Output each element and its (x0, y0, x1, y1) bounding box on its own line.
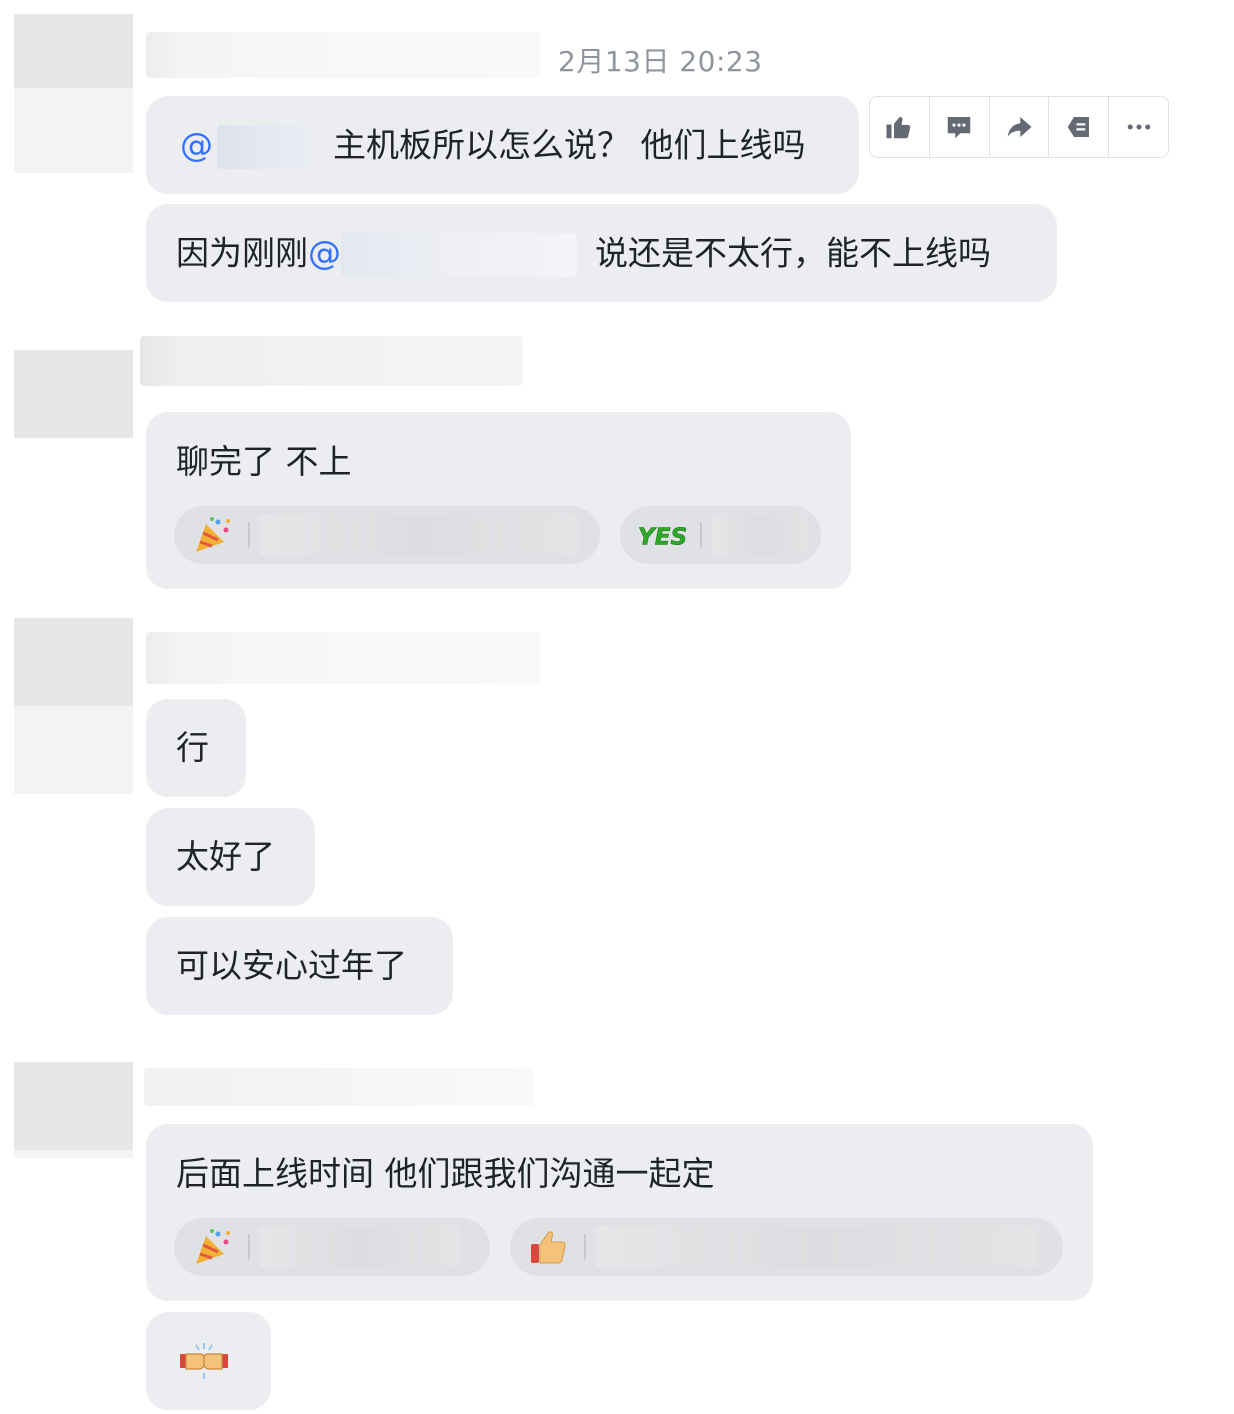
message-bubble[interactable]: 聊完了 不上 YES (146, 412, 851, 589)
reactor-names[interactable] (260, 1226, 460, 1268)
message-text: 主机板所以怎么说？ 他们上线吗 (333, 125, 806, 165)
sender-name (144, 1068, 534, 1106)
yes-emoji-icon: YES (638, 523, 688, 551)
reply-button[interactable] (930, 97, 990, 157)
reactor-names[interactable] (260, 514, 578, 556)
pin-icon (1067, 117, 1089, 137)
sender-name (146, 32, 540, 78)
reply-icon (947, 117, 971, 139)
mention-name[interactable] (217, 125, 327, 169)
forward-button[interactable] (990, 97, 1050, 157)
reaction-divider (584, 1234, 586, 1260)
forward-icon (1007, 117, 1032, 137)
message-text: 太好了 (176, 837, 275, 876)
mention[interactable]: @ (180, 126, 213, 165)
message-bubble[interactable]: 后面上线时间 他们跟我们沟通一起定 (146, 1124, 1093, 1301)
message-bubble[interactable]: @ 主机板所以怎么说？ 他们上线吗 (146, 96, 859, 194)
message-text: 可以安心过年了 (176, 946, 407, 985)
sender-name (146, 632, 540, 684)
message-timestamp: 2月13日 20:23 (558, 45, 763, 78)
party-popper-icon (196, 517, 230, 552)
reaction-chip-party[interactable] (174, 1218, 490, 1276)
message-text: 行 (176, 728, 209, 767)
message-bubble[interactable]: 可以安心过年了 (146, 917, 453, 1015)
message-bubble[interactable]: 因为刚刚@ 说还是不太行，能不上线吗 (146, 204, 1057, 302)
sender-name (140, 336, 523, 386)
message-text: 后面上线时间 他们跟我们沟通一起定 (176, 1154, 715, 1193)
more-icon (1127, 124, 1150, 130)
avatar[interactable] (14, 350, 133, 438)
thumbs-up-icon (886, 117, 911, 139)
message-text: 说还是不太行，能不上线吗 (595, 233, 991, 273)
message-bubble[interactable]: 行 (146, 699, 246, 797)
message-text: 聊完了 不上 (176, 442, 352, 481)
thumbs-up-button[interactable] (870, 97, 930, 157)
pin-button[interactable] (1049, 97, 1110, 157)
avatar-shadow (14, 1150, 133, 1158)
message-bubble-emoji[interactable] (146, 1312, 271, 1410)
fist-bump-icon (180, 1343, 228, 1379)
avatar-shadow (14, 706, 133, 794)
avatar[interactable] (14, 1062, 133, 1150)
reactor-names[interactable] (712, 514, 808, 556)
reactor-names[interactable] (596, 1226, 1038, 1268)
message-action-toolbar (869, 96, 1169, 158)
reaction-divider (248, 1234, 250, 1260)
message-text: 因为刚刚 (176, 233, 308, 273)
reaction-chip-yes[interactable]: YES (620, 506, 821, 564)
party-popper-icon (196, 1229, 230, 1264)
thumbs-up-emoji-icon (531, 1231, 566, 1264)
mention-name[interactable] (341, 233, 577, 277)
reaction-chip-party[interactable] (174, 506, 600, 564)
mention[interactable]: @ (308, 234, 341, 273)
avatar[interactable] (14, 618, 133, 706)
message-bubble[interactable]: 太好了 (146, 808, 315, 906)
yes-label: YES (638, 524, 687, 551)
reaction-divider (700, 522, 702, 548)
reaction-divider (248, 522, 250, 548)
avatar-shadow (14, 88, 133, 173)
more-button[interactable] (1109, 97, 1168, 157)
reaction-chip-thumbs-up[interactable] (510, 1218, 1063, 1276)
